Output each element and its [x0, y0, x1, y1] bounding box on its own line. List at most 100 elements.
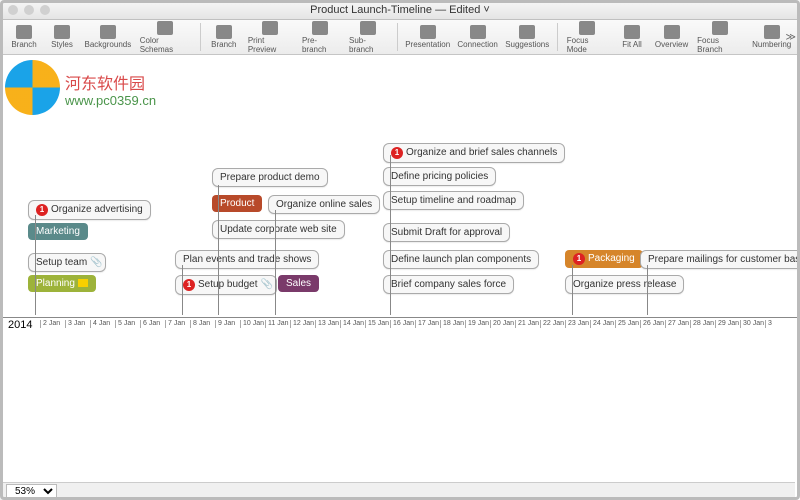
toolbar: Branch Styles Backgrounds Color Schemas …	[0, 20, 800, 55]
tag-packaging[interactable]: 1Packaging	[565, 250, 643, 268]
tag-product[interactable]: Product	[212, 195, 262, 212]
timeline-tick: 29 Jan	[715, 320, 739, 328]
watermark-logo-icon	[5, 60, 60, 115]
fit-all-button[interactable]: Fit All	[614, 24, 650, 50]
window-title: Product Launch-Timeline — Edited ˅	[310, 4, 490, 16]
watermark-url: www.pc0359.cn	[65, 93, 156, 108]
attachment-icon: 📎	[90, 257, 98, 267]
zoom-select[interactable]: 53%	[6, 484, 57, 499]
connection-button[interactable]: Connection	[455, 24, 501, 50]
timeline-tick: 16 Jan	[390, 320, 414, 328]
numbering-icon	[764, 25, 780, 39]
connector	[572, 265, 573, 315]
node-mailings[interactable]: Prepare mailings for customer bas	[640, 250, 800, 269]
attachment-icon: 📎	[261, 279, 269, 289]
timeline-tick: 21 Jan	[515, 320, 539, 328]
statusbar: 53%	[0, 482, 795, 500]
timeline-tick: 28 Jan	[690, 320, 714, 328]
presentation-button[interactable]: Presentation	[403, 24, 453, 50]
node-plan-events[interactable]: Plan events and trade shows	[175, 250, 319, 269]
overview-button[interactable]: Overview	[652, 24, 691, 50]
priority-icon: 1	[573, 253, 585, 265]
connector	[218, 185, 219, 315]
print-icon	[262, 21, 278, 35]
priority-icon: 1	[183, 279, 195, 291]
presentation-icon	[420, 25, 436, 39]
timeline-tick: 20 Jan	[490, 320, 514, 328]
node-timeline-roadmap[interactable]: Setup timeline and roadmap	[383, 191, 524, 210]
branch-icon	[16, 25, 32, 39]
timeline-tick: 24 Jan	[590, 320, 614, 328]
timeline-tick: 27 Jan	[665, 320, 689, 328]
timeline-tick: 11 Jan	[265, 320, 289, 328]
node-prepare-demo[interactable]: Prepare product demo	[212, 168, 328, 187]
canvas[interactable]: 河东软件园 www.pc0359.cn 1Organize advertisin…	[0, 55, 800, 475]
connection-icon	[470, 25, 486, 39]
timeline-tick: 5 Jan	[115, 320, 135, 328]
pre-branch-button[interactable]: Pre-branch	[298, 20, 343, 55]
timeline-tick: 3 Jan	[65, 320, 85, 328]
palette-icon	[157, 21, 173, 35]
minimize-icon[interactable]	[24, 5, 34, 15]
timeline-tick: 22 Jan	[540, 320, 564, 328]
timeline-axis: 2014 2 Jan3 Jan4 Jan5 Jan6 Jan7 Jan8 Jan…	[0, 317, 800, 335]
timeline-tick: 7 Jan	[165, 320, 185, 328]
close-icon[interactable]	[8, 5, 18, 15]
node-press-release[interactable]: Organize press release	[565, 275, 684, 294]
sub-branch-button[interactable]: Sub-branch	[345, 20, 392, 55]
backgrounds-button[interactable]: Backgrounds	[82, 24, 134, 50]
node-sales-channels[interactable]: 1Organize and brief sales channels	[383, 143, 565, 163]
connector	[182, 265, 183, 315]
focus-branch-button[interactable]: Focus Branch	[693, 20, 747, 55]
toolbar-overflow-icon[interactable]: ≫	[786, 32, 796, 43]
timeline-year: 2014	[8, 319, 32, 331]
node-submit-draft[interactable]: Submit Draft for approval	[383, 223, 510, 242]
connector	[647, 265, 648, 315]
timeline-tick: 14 Jan	[340, 320, 364, 328]
node-update-website[interactable]: Update corporate web site	[212, 220, 345, 239]
timeline-tick: 6 Jan	[140, 320, 160, 328]
note-icon	[78, 279, 88, 287]
suggestions-button[interactable]: Suggestions	[503, 24, 552, 50]
timeline-tick: 26 Jan	[640, 320, 664, 328]
tag-marketing[interactable]: Marketing	[28, 223, 88, 240]
focusbranch-icon	[712, 21, 728, 35]
tag-planning[interactable]: Planning	[28, 275, 96, 292]
node-setup-budget[interactable]: 1Setup budget📎	[175, 275, 277, 295]
timeline-tick: 8 Jan	[190, 320, 210, 328]
fitall-icon	[624, 25, 640, 39]
priority-icon: 1	[391, 147, 403, 159]
connector	[35, 215, 36, 315]
timeline-tick: 10 Jan	[240, 320, 264, 328]
color-schemas-button[interactable]: Color Schemas	[136, 20, 195, 55]
maximize-icon[interactable]	[40, 5, 50, 15]
timeline-tick: 2 Jan	[40, 320, 60, 328]
styles-button[interactable]: Styles	[44, 24, 80, 50]
node-setup-team[interactable]: Setup team📎	[28, 253, 106, 272]
styles-icon	[54, 25, 70, 39]
branch-button[interactable]: Branch	[6, 24, 42, 50]
focus-mode-button[interactable]: Focus Mode	[563, 20, 612, 55]
timeline-tick: 30 Jan	[740, 320, 764, 328]
node-organize-advertising[interactable]: 1Organize advertising	[28, 200, 151, 220]
timeline-tick: 25 Jan	[615, 320, 639, 328]
node-pricing[interactable]: Define pricing policies	[383, 167, 496, 186]
watermark-brand: 河东软件园	[65, 70, 145, 94]
timeline-tick: 12 Jan	[290, 320, 314, 328]
timeline-tick: 3	[765, 320, 772, 328]
connector	[390, 155, 391, 315]
window-controls[interactable]	[8, 5, 50, 15]
print-preview-button[interactable]: Print Preview	[244, 20, 296, 55]
node-brief-sales[interactable]: Brief company sales force	[383, 275, 514, 294]
titlebar: Product Launch-Timeline — Edited ˅	[0, 0, 800, 20]
node-launch-plan[interactable]: Define launch plan components	[383, 250, 539, 269]
branch2-button[interactable]: Branch	[206, 24, 242, 50]
prebranch-icon	[312, 21, 328, 35]
node-online-sales[interactable]: Organize online sales	[268, 195, 380, 214]
timeline-tick: 18 Jan	[440, 320, 464, 328]
branch-icon	[216, 25, 232, 39]
connector	[275, 210, 276, 315]
timeline-tick: 23 Jan	[565, 320, 589, 328]
priority-icon: 1	[36, 204, 48, 216]
tag-sales[interactable]: Sales	[278, 275, 319, 292]
